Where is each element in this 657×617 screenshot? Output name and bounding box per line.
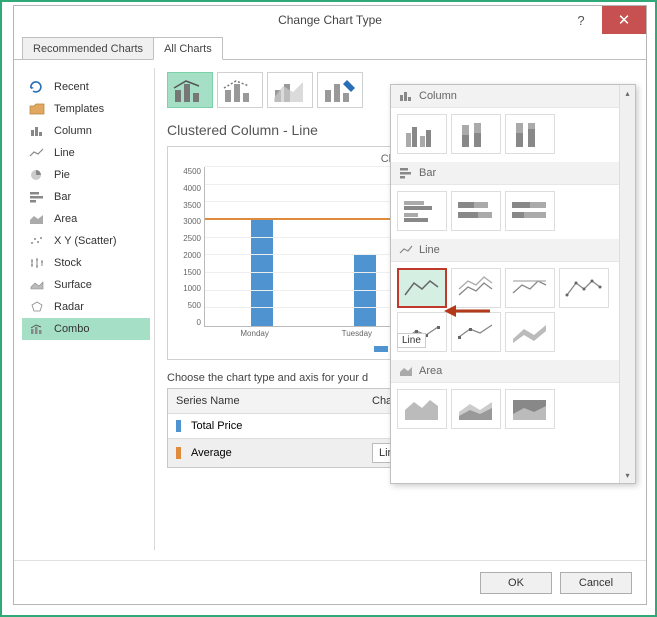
combo-icon — [28, 322, 46, 336]
sidebar-item-label: Surface — [54, 279, 92, 291]
sidebar-item-label: Pie — [54, 169, 70, 181]
pie-icon — [28, 168, 46, 182]
gallery-item-bar-stacked[interactable] — [451, 191, 501, 231]
scatter-icon — [28, 234, 46, 248]
scroll-up-icon[interactable]: ▴ — [620, 85, 635, 101]
dialog-title: Change Chart Type — [278, 13, 382, 27]
line-icon — [28, 146, 46, 160]
sidebar-item-bar[interactable]: Bar — [22, 186, 150, 208]
gallery-item-line-3d[interactable] — [505, 312, 555, 352]
change-chart-type-dialog: Change Chart Type ? ✕ Recommended Charts… — [13, 5, 647, 605]
sidebar-item-templates[interactable]: Templates — [22, 98, 150, 120]
sidebar-item-radar[interactable]: Radar — [22, 296, 150, 318]
bar-icon — [399, 167, 413, 179]
sidebar-item-label: Column — [54, 125, 92, 137]
sidebar-item-scatter[interactable]: X Y (Scatter) — [22, 230, 150, 252]
combo-subtype-2[interactable] — [217, 72, 263, 108]
gallery-category-line: Line — [391, 239, 619, 262]
gallery-category-bar: Bar — [391, 162, 619, 185]
series-swatch-orange — [176, 447, 181, 459]
sidebar-item-label: X Y (Scatter) — [54, 235, 117, 247]
series-swatch-blue — [176, 420, 181, 432]
scroll-down-icon[interactable]: ▾ — [620, 467, 635, 483]
gallery-item-bar-clustered[interactable] — [397, 191, 447, 231]
sidebar-item-area[interactable]: Area — [22, 208, 150, 230]
gallery-tooltip: Line — [397, 333, 426, 348]
sidebar-item-recent[interactable]: Recent — [22, 76, 150, 98]
combo-subtype-custom[interactable] — [317, 72, 363, 108]
sidebar-item-label: Combo — [54, 323, 89, 335]
y-axis: 450040003500300025002000150010005000 — [176, 167, 204, 327]
surface-icon — [28, 278, 46, 292]
gallery-item-line-stacked[interactable] — [451, 268, 501, 308]
gallery-scrollbar[interactable]: ▴ ▾ — [619, 85, 635, 483]
sidebar-item-line[interactable]: Line — [22, 142, 150, 164]
line-icon — [399, 244, 413, 256]
recent-icon — [28, 80, 46, 94]
tab-all-charts[interactable]: All Charts — [153, 37, 223, 60]
help-button[interactable]: ? — [560, 6, 602, 34]
sidebar-item-label: Recent — [54, 81, 89, 93]
gallery-item-bar-100stacked[interactable] — [505, 191, 555, 231]
area-icon — [399, 365, 413, 377]
sidebar-item-label: Bar — [54, 191, 71, 203]
stock-icon — [28, 256, 46, 270]
templates-icon — [28, 102, 46, 116]
gallery-item-line-markers[interactable] — [559, 268, 609, 308]
sidebar-item-label: Line — [54, 147, 75, 159]
cancel-button[interactable]: Cancel — [560, 572, 632, 594]
sidebar-item-label: Radar — [54, 301, 84, 313]
close-button[interactable]: ✕ — [602, 6, 646, 34]
gallery-item-line-100stacked-markers[interactable] — [451, 312, 501, 352]
sidebar-item-column[interactable]: Column — [22, 120, 150, 142]
tab-bar: Recommended Charts All Charts — [14, 34, 646, 60]
combo-subtype-3[interactable] — [267, 72, 313, 108]
gallery-item-column-clustered[interactable] — [397, 114, 447, 154]
gallery-item-column-stacked[interactable] — [451, 114, 501, 154]
sidebar-item-combo[interactable]: Combo — [22, 318, 150, 340]
ok-button[interactable]: OK — [480, 572, 552, 594]
tab-recommended-charts[interactable]: Recommended Charts — [22, 37, 154, 59]
chart-type-gallery-popup: Column Bar Line — [390, 84, 636, 484]
gallery-category-area: Area — [391, 360, 619, 383]
column-icon — [28, 124, 46, 138]
sidebar-item-label: Stock — [54, 257, 82, 269]
gallery-item-line-100stacked[interactable] — [505, 268, 555, 308]
radar-icon — [28, 300, 46, 314]
bar-icon — [28, 190, 46, 204]
sidebar-item-stock[interactable]: Stock — [22, 252, 150, 274]
chart-category-sidebar: Recent Templates Column Line Pie Bar — [22, 68, 150, 550]
sidebar-item-surface[interactable]: Surface — [22, 274, 150, 296]
sidebar-item-pie[interactable]: Pie — [22, 164, 150, 186]
gallery-item-area-100stacked[interactable] — [505, 389, 555, 429]
dialog-footer: OK Cancel — [14, 560, 646, 604]
titlebar: Change Chart Type ? ✕ — [14, 6, 646, 34]
sidebar-item-label: Templates — [54, 103, 104, 115]
column-icon — [399, 90, 413, 102]
gallery-item-area[interactable] — [397, 389, 447, 429]
combo-subtype-1[interactable] — [167, 72, 213, 108]
gallery-item-area-stacked[interactable] — [451, 389, 501, 429]
gallery-item-line[interactable] — [397, 268, 447, 308]
sidebar-item-label: Area — [54, 213, 77, 225]
series-col-name: Series Name — [168, 389, 366, 413]
gallery-item-column-100stacked[interactable] — [505, 114, 555, 154]
area-icon — [28, 212, 46, 226]
gallery-category-column: Column — [391, 85, 619, 108]
